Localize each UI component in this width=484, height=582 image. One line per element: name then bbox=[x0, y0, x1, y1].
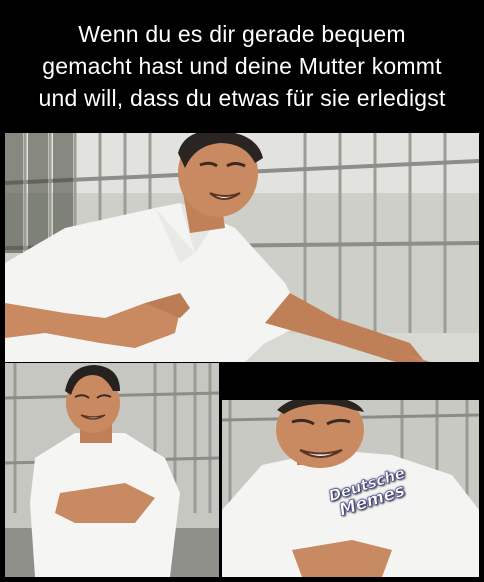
meme-caption: Wenn du es dir gerade bequem gemacht has… bbox=[0, 0, 484, 132]
photo-panel-top bbox=[5, 133, 479, 362]
photo-panel-bottom-left bbox=[5, 363, 219, 577]
caption-line-2: gemacht hast und deine Mutter kommt bbox=[42, 53, 442, 79]
caption-line-1: Wenn du es dir gerade bequem bbox=[78, 21, 406, 47]
caption-line-3: und will, dass du etwas für sie erledigs… bbox=[38, 85, 446, 111]
